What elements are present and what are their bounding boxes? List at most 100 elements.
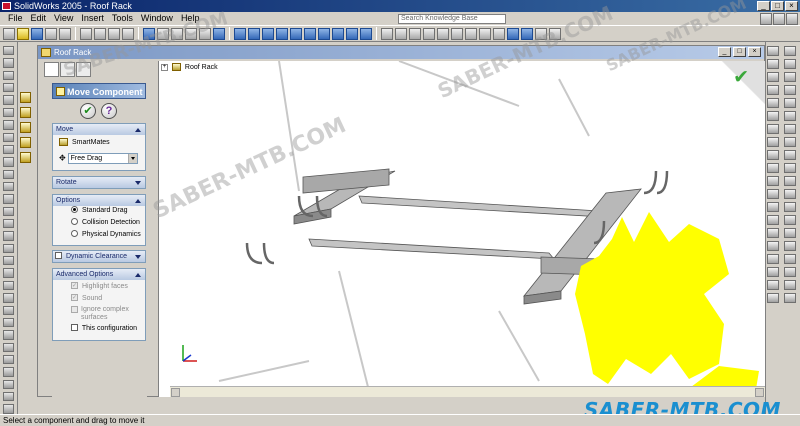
feature-pattern-icon[interactable] [3,280,14,291]
text-icon[interactable] [784,163,796,173]
menu-edit[interactable]: Edit [27,12,51,25]
ellipse-icon[interactable] [767,137,779,147]
sound-option[interactable]: ✓ Sound [53,293,145,306]
smart-dimension-icon[interactable] [767,59,779,69]
highlight-faces-checkbox[interactable]: ✓ [71,281,78,289]
parabola-icon[interactable] [767,150,779,160]
mirror-entities-icon[interactable] [767,228,779,238]
rotate-group-header[interactable]: Rotate [53,177,145,188]
smartmates-row[interactable]: SmartMates [53,138,145,150]
pan-icon[interactable] [451,27,463,40]
open-folder-icon[interactable] [17,27,29,40]
parallelogram-icon[interactable] [784,85,796,95]
sketch-picture-icon[interactable] [784,293,796,303]
construction-geometry-icon[interactable] [784,215,796,225]
modify-sketch-icon[interactable] [767,293,779,303]
mate-icon[interactable] [3,132,14,142]
right-view-icon[interactable] [276,27,288,40]
hide-show-icon[interactable] [3,70,14,81]
standard-drag-radio[interactable] [71,205,78,213]
ok-button[interactable]: ✔ [80,103,96,119]
new-part-icon[interactable] [3,46,14,56]
close-button[interactable]: × [785,1,798,11]
scroll-left-arrow-icon[interactable] [171,388,180,397]
sketch-fillet-icon[interactable] [767,176,779,186]
display-relations-icon[interactable] [767,280,779,290]
top-view-icon[interactable] [290,27,302,40]
tangent-arc-icon[interactable] [767,124,779,134]
add-relation-icon[interactable] [784,59,796,69]
expand-icon[interactable] [135,255,141,259]
sketch-icon[interactable] [767,46,779,56]
left-view-icon[interactable] [262,27,274,40]
reference-geometry-icon[interactable] [3,305,14,315]
no-external-refs-icon[interactable] [3,107,14,118]
mate-icon[interactable] [20,152,31,163]
polygon-icon[interactable] [767,98,779,108]
bottom-view-icon[interactable] [304,27,316,40]
menu-tools[interactable]: Tools [108,12,137,25]
zoom-in-out-icon[interactable] [409,27,421,40]
assembly-features-icon[interactable] [3,243,14,254]
collapse-icon[interactable] [135,199,141,203]
check-icon[interactable] [3,379,14,390]
simulation-toolbar-icon[interactable] [3,219,14,229]
measure-icon[interactable] [3,342,14,352]
save-icon[interactable] [31,27,43,40]
perimeter-circle-icon[interactable] [767,111,779,121]
rotate-component-tool-icon[interactable] [3,157,14,167]
explode-line-sketch-icon[interactable] [3,194,14,204]
standard-drag-option[interactable]: Standard Drag [53,205,145,218]
menu-view[interactable]: View [50,12,77,25]
circle-icon[interactable] [784,98,796,108]
scroll-right-arrow-icon[interactable] [755,388,764,397]
insert-component-icon[interactable] [3,58,14,68]
smartmates-label[interactable]: SmartMates [72,139,110,146]
extend-entities-icon[interactable] [784,202,796,212]
interference-detection-icon[interactable] [3,206,14,217]
repair-sketch-icon[interactable] [784,280,796,290]
split-entities-icon[interactable] [767,215,779,225]
wireframe-icon[interactable] [465,27,477,40]
minimize-button[interactable]: _ [757,1,770,11]
feature-tree-icon[interactable] [20,92,31,103]
menu-window[interactable]: Window [137,12,177,25]
convert-entities-icon[interactable] [784,189,796,199]
zoom-to-area-icon[interactable] [395,27,407,40]
front-view-icon[interactable] [234,27,246,40]
cut-icon[interactable] [80,27,92,40]
ignore-complex-checkbox[interactable] [71,306,78,313]
knowledge-base-search-input[interactable]: Search Knowledge Base [398,14,506,24]
edit-component-icon[interactable] [3,95,14,105]
viewport-scrollbar[interactable] [170,386,765,397]
dimetric-view-icon[interactable] [346,27,358,40]
draft-analysis-icon[interactable] [3,392,14,402]
zoom-to-selection-icon[interactable] [423,27,435,40]
centerline-icon[interactable] [784,72,796,82]
print-icon[interactable] [45,27,57,40]
menu-insert[interactable]: Insert [77,12,108,25]
move-entities-icon[interactable] [767,241,779,251]
linear-pattern-icon[interactable] [3,256,14,266]
new-document-icon[interactable] [3,27,15,40]
collision-detection-radio[interactable] [71,217,78,225]
document-maximize-button[interactable]: □ [733,47,746,57]
rotate-entities-icon[interactable] [784,241,796,251]
pin-icon[interactable] [20,107,31,118]
smart-fasteners-icon[interactable] [3,120,14,130]
sound-checkbox[interactable]: ✓ [71,293,78,301]
change-suppression-icon[interactable] [3,83,14,93]
options-group-header[interactable]: Options [53,195,145,206]
offset-entities-icon[interactable] [767,189,779,199]
move-group-header[interactable]: Move [53,124,145,135]
trim-entities-icon[interactable] [767,202,779,212]
rotate-component-icon[interactable] [20,137,31,148]
document-minimize-button[interactable]: _ [718,47,731,57]
photo-render-icon[interactable] [3,404,14,414]
trimetric-view-icon[interactable] [332,27,344,40]
copy-icon[interactable] [94,27,106,40]
hole-series-icon[interactable] [3,231,14,241]
doc-close-button[interactable] [786,13,798,25]
dynamic-clearance-checkbox[interactable] [55,251,62,259]
collision-detection-option[interactable]: Collision Detection [53,217,145,230]
